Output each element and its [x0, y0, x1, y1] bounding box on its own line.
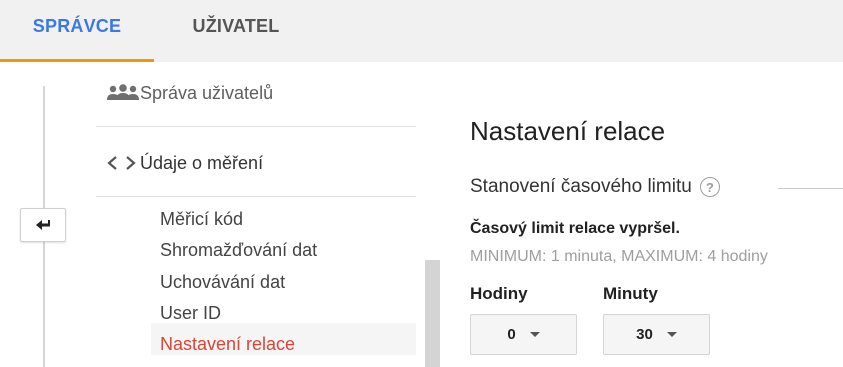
nav-divider [96, 196, 416, 197]
section-heading: Stanovení časového limitu ? [470, 176, 720, 198]
question-circle-icon[interactable]: ? [699, 177, 720, 197]
section-heading-label: Stanovení časového limitu [470, 176, 692, 197]
active-tab-indicator [0, 59, 154, 62]
hours-select-value: 0 [507, 326, 516, 343]
timeout-field-title: Časový limit relace vypršel. [470, 220, 680, 237]
nav-tracking-info-label: Údaje o měření [140, 152, 264, 173]
code-brackets-icon [96, 153, 140, 173]
tab-user[interactable]: UŽIVATEL [154, 0, 318, 62]
nav-user-management[interactable]: Správa uživatelů [96, 72, 416, 114]
back-arrow-icon [36, 220, 50, 230]
minutes-select[interactable]: 30 [603, 314, 710, 355]
minutes-select-value: 30 [636, 326, 653, 343]
minutes-label: Minuty [603, 284, 658, 303]
chevron-down-icon [529, 332, 540, 337]
hours-select[interactable]: 0 [470, 314, 577, 355]
people-group-icon [96, 83, 140, 103]
nav-user-management-label: Správa uživatelů [140, 82, 274, 103]
chevron-down-icon [666, 332, 677, 337]
hours-label: Hodiny [470, 284, 528, 303]
top-tab-bar: SPRÁVCE UŽIVATEL [0, 0, 843, 62]
nav-sub-item-session-settings[interactable]: Nastavení relace [151, 323, 416, 355]
nav-sub-item-tracking-code[interactable]: Měřicí kód [151, 203, 416, 235]
page-title: Nastavení relace [470, 116, 666, 146]
section-divider [778, 188, 843, 189]
nav-scrollbar[interactable] [425, 260, 440, 367]
nav-sub-item-data-collection[interactable]: Shromažďování dat [151, 234, 416, 266]
tab-admin-label: SPRÁVCE [32, 16, 122, 36]
timeout-field-hint: MINIMUM: 1 minuta, MAXIMUM: 4 hodiny [470, 248, 768, 265]
nav-sub-item-data-retention[interactable]: Uchovávání dat [151, 266, 416, 298]
tab-user-label: UŽIVATEL [192, 16, 280, 36]
nav-divider [96, 126, 416, 127]
back-button[interactable] [20, 208, 66, 242]
tab-admin[interactable]: SPRÁVCE [0, 0, 154, 62]
nav-tracking-info[interactable]: Údaje o měření [96, 142, 416, 184]
